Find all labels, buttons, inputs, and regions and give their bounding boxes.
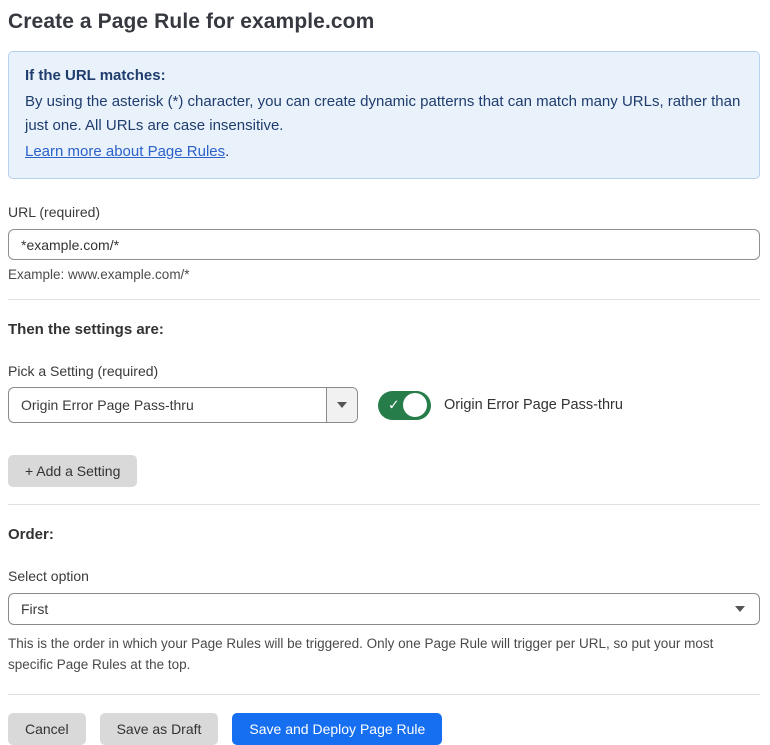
settings-section-heading: Then the settings are: bbox=[8, 321, 164, 338]
check-icon: ✓ bbox=[388, 396, 400, 413]
setting-picker-label: Pick a Setting (required) bbox=[8, 363, 159, 379]
create-page-rule-form: Create a Page Rule for example.com If th… bbox=[0, 0, 770, 745]
setting-row: Origin Error Page Pass-thru ✓ Origin Err… bbox=[8, 387, 760, 423]
url-field-helper: Example: www.example.com/* bbox=[8, 267, 190, 282]
url-field-label: URL (required) bbox=[8, 204, 101, 220]
toggle-label: Origin Error Page Pass-thru bbox=[444, 397, 623, 413]
divider bbox=[8, 694, 760, 695]
url-input[interactable] bbox=[8, 229, 760, 260]
setting-select[interactable]: Origin Error Page Pass-thru bbox=[8, 387, 358, 423]
divider bbox=[8, 504, 760, 505]
learn-more-link[interactable]: Learn more about Page Rules bbox=[25, 143, 225, 160]
order-select-value: First bbox=[21, 601, 49, 617]
origin-error-toggle[interactable]: ✓ bbox=[378, 390, 431, 420]
divider bbox=[8, 299, 760, 300]
info-box-link-line: Learn more about Page Rules. bbox=[25, 140, 743, 164]
add-setting-button[interactable]: + Add a Setting bbox=[8, 455, 138, 487]
setting-toggle-wrap: ✓ Origin Error Page Pass-thru bbox=[378, 390, 623, 420]
link-suffix: . bbox=[225, 143, 230, 160]
footer-actions: Cancel Save as Draft Save and Deploy Pag… bbox=[8, 713, 760, 745]
cancel-button[interactable]: Cancel bbox=[8, 713, 86, 745]
info-box-body: By using the asterisk (*) character, you… bbox=[25, 93, 741, 134]
url-match-info-box: If the URL matches: By using the asteris… bbox=[8, 51, 760, 179]
order-helper-text: This is the order in which your Page Rul… bbox=[8, 636, 714, 672]
setting-select-arrow-button[interactable] bbox=[326, 388, 357, 422]
chevron-down-icon bbox=[337, 402, 347, 408]
chevron-down-icon bbox=[735, 606, 745, 612]
page-title: Create a Page Rule for example.com bbox=[8, 10, 375, 33]
toggle-knob bbox=[403, 393, 427, 417]
order-select-label: Select option bbox=[8, 568, 89, 584]
save-and-deploy-button[interactable]: Save and Deploy Page Rule bbox=[232, 713, 443, 745]
order-section-heading: Order: bbox=[8, 526, 54, 543]
save-as-draft-button[interactable]: Save as Draft bbox=[99, 713, 219, 745]
order-select[interactable]: First bbox=[8, 593, 760, 625]
info-box-heading: If the URL matches: bbox=[25, 67, 166, 84]
setting-select-value: Origin Error Page Pass-thru bbox=[21, 397, 194, 413]
